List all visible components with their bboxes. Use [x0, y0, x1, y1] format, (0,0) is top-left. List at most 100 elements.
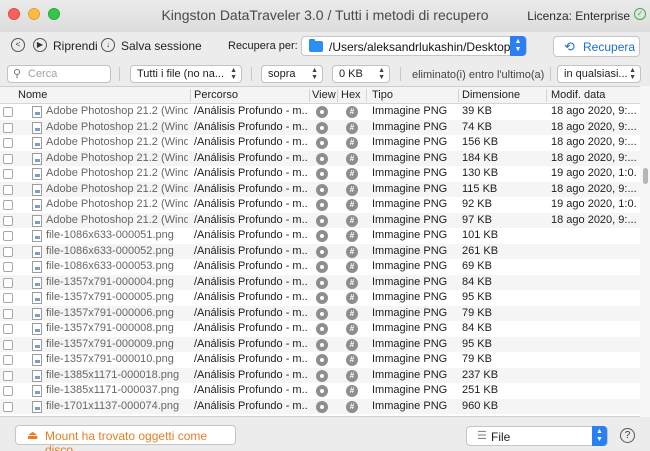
- hex-icon[interactable]: #: [346, 323, 358, 335]
- row-checkbox[interactable]: [3, 138, 13, 148]
- size-operator-select[interactable]: sopra ▲ ▼: [261, 65, 323, 83]
- license-label[interactable]: Licenza: Enterprise: [527, 9, 630, 23]
- hex-icon[interactable]: #: [346, 385, 358, 397]
- row-checkbox[interactable]: [3, 231, 13, 241]
- column-divider[interactable]: [458, 89, 459, 102]
- table-row[interactable]: file-1385x1171-000018.png/Análisis Profu…: [0, 367, 640, 383]
- time-range-select[interactable]: in qualsiasi... ▲ ▼: [557, 65, 641, 83]
- hex-icon[interactable]: #: [346, 183, 358, 196]
- table-row[interactable]: file-1086x633-000053.png/Análisis Profun…: [0, 259, 640, 275]
- eye-icon[interactable]: [316, 168, 328, 180]
- row-checkbox[interactable]: [3, 184, 13, 195]
- hex-icon[interactable]: #: [346, 261, 358, 273]
- table-row[interactable]: [0, 414, 640, 416]
- save-session-icon[interactable]: ↓: [101, 38, 115, 52]
- eye-icon[interactable]: [316, 323, 328, 335]
- recover-path-select[interactable]: /Users/aleksandrlukashin/Desktop ▲ ▼: [301, 36, 527, 56]
- row-checkbox[interactable]: [3, 246, 13, 257]
- table-row[interactable]: file-1086x633-000051.png/Análisis Profun…: [0, 228, 640, 244]
- close-window-button[interactable]: [8, 8, 20, 20]
- row-checkbox[interactable]: [3, 339, 13, 350]
- mount-disk-button[interactable]: ⏏ Mount ha trovato oggetti come disco: [15, 425, 236, 451]
- row-checkbox[interactable]: [3, 153, 13, 164]
- eye-icon[interactable]: [316, 354, 328, 366]
- eye-icon[interactable]: [316, 400, 328, 413]
- resume-button[interactable]: Riprendi: [53, 39, 98, 53]
- column-divider[interactable]: [366, 89, 367, 102]
- row-checkbox[interactable]: [3, 200, 13, 210]
- row-checkbox[interactable]: [3, 262, 13, 272]
- size-value-select[interactable]: 0 KB ▲ ▼: [332, 65, 390, 83]
- search-box[interactable]: ⚲: [7, 65, 111, 83]
- row-checkbox[interactable]: [3, 277, 13, 288]
- eye-icon[interactable]: [316, 261, 328, 273]
- table-row[interactable]: file-1357x791-000005.png/Análisis Profun…: [0, 290, 640, 306]
- recover-button[interactable]: ⟲ Recupera: [553, 36, 640, 57]
- search-input[interactable]: [28, 67, 108, 81]
- eye-icon[interactable]: [316, 121, 328, 134]
- column-divider[interactable]: [190, 89, 191, 102]
- column-header-path[interactable]: Percorso: [194, 89, 238, 101]
- hex-icon[interactable]: #: [346, 245, 358, 258]
- hex-icon[interactable]: #: [346, 106, 358, 118]
- eye-icon[interactable]: [316, 245, 328, 258]
- hex-icon[interactable]: #: [346, 338, 358, 351]
- hex-icon[interactable]: #: [346, 276, 358, 289]
- hex-icon[interactable]: #: [346, 400, 358, 413]
- row-checkbox[interactable]: [3, 107, 13, 117]
- table-row[interactable]: file-1385x1171-000037.png/Análisis Profu…: [0, 383, 640, 399]
- eye-icon[interactable]: [316, 137, 328, 149]
- table-row[interactable]: Adobe Photoshop 21.2 (Wind... /Análisis P…: [0, 150, 640, 166]
- eye-icon[interactable]: [316, 183, 328, 196]
- row-checkbox[interactable]: [3, 324, 13, 334]
- hex-icon[interactable]: #: [346, 137, 358, 149]
- column-divider[interactable]: [546, 89, 547, 102]
- hex-icon[interactable]: #: [346, 168, 358, 180]
- back-icon[interactable]: <: [11, 38, 25, 52]
- eye-icon[interactable]: [316, 369, 328, 382]
- column-header-size[interactable]: Dimensione: [462, 89, 520, 101]
- table-row[interactable]: Adobe Photoshop 21.2 (Wind... /Análisis P…: [0, 119, 640, 135]
- row-checkbox[interactable]: [3, 308, 13, 319]
- column-header-hex[interactable]: Hex: [341, 89, 361, 101]
- hex-icon[interactable]: #: [346, 307, 358, 320]
- hex-icon[interactable]: #: [346, 152, 358, 165]
- table-row[interactable]: file-1357x791-000006.png/Análisis Profun…: [0, 305, 640, 321]
- table-row[interactable]: Adobe Photoshop 21.2 (Wind... /Análisis P…: [0, 212, 640, 228]
- view-mode-select[interactable]: ☰ File ▲ ▼: [466, 426, 608, 446]
- hex-icon[interactable]: #: [346, 292, 358, 304]
- row-checkbox[interactable]: [3, 215, 13, 226]
- eye-icon[interactable]: [316, 230, 328, 242]
- row-checkbox[interactable]: [3, 169, 13, 179]
- file-type-select[interactable]: Tutti i file (no na... ▲ ▼: [130, 65, 242, 83]
- table-row[interactable]: Adobe Photoshop 21.2 (Wind... /Análisis P…: [0, 197, 640, 213]
- table-row[interactable]: file-1701x1137-000074.png/Análisis Profu…: [0, 398, 640, 414]
- hex-icon[interactable]: #: [346, 199, 358, 211]
- save-session-button[interactable]: Salva sessione: [121, 39, 202, 53]
- column-header-type[interactable]: Tipo: [372, 89, 393, 101]
- table-row[interactable]: Adobe Photoshop 21.2 (Wind... /Análisis P…: [0, 135, 640, 151]
- row-checkbox[interactable]: [3, 370, 13, 381]
- eye-icon[interactable]: [316, 199, 328, 211]
- zoom-window-button[interactable]: [48, 8, 60, 20]
- hex-icon[interactable]: #: [346, 121, 358, 134]
- table-row[interactable]: Adobe Photoshop 21.2 (Wind... /Análisis P…: [0, 181, 640, 197]
- eye-icon[interactable]: [316, 307, 328, 320]
- eye-icon[interactable]: [316, 276, 328, 289]
- column-divider[interactable]: [337, 89, 338, 102]
- table-row[interactable]: Adobe Photoshop 21.2 (Wind... /Análisis P…: [0, 104, 640, 120]
- eye-icon[interactable]: [316, 292, 328, 304]
- table-row[interactable]: file-1086x633-000052.png/Análisis Profun…: [0, 243, 640, 259]
- resume-icon[interactable]: ▶: [33, 38, 47, 52]
- eye-icon[interactable]: [316, 106, 328, 118]
- table-row[interactable]: file-1357x791-000009.png/Análisis Profun…: [0, 336, 640, 352]
- minimize-window-button[interactable]: [28, 8, 40, 20]
- row-checkbox[interactable]: [3, 386, 13, 396]
- column-header-name[interactable]: Nome: [18, 89, 47, 101]
- help-button[interactable]: ?: [620, 428, 635, 443]
- table-row[interactable]: file-1357x791-000004.png/Análisis Profun…: [0, 274, 640, 290]
- row-checkbox[interactable]: [3, 355, 13, 365]
- hex-icon[interactable]: #: [346, 230, 358, 242]
- eye-icon[interactable]: [316, 385, 328, 397]
- hex-icon[interactable]: #: [346, 369, 358, 382]
